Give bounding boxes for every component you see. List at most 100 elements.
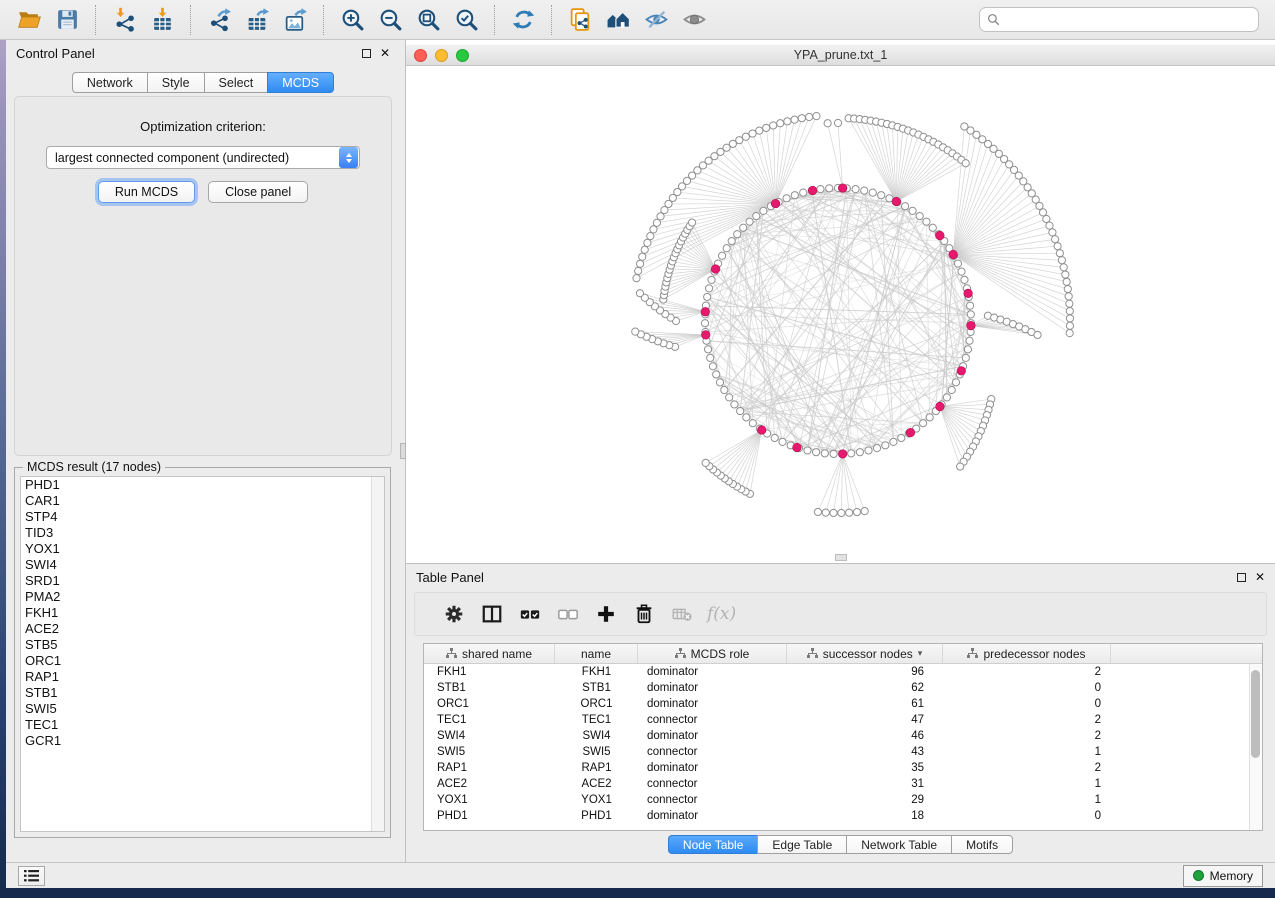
table-cell: 46 <box>787 730 943 742</box>
search-icon <box>987 13 1000 26</box>
tab-edge-table[interactable]: Edge Table <box>757 835 847 854</box>
split-pane-icon[interactable] <box>473 599 511 629</box>
open-folder-icon[interactable] <box>10 4 48 36</box>
table-cell: 18 <box>787 810 943 822</box>
table-cell: connector <box>638 714 787 726</box>
hide-selected-eye-icon[interactable] <box>637 4 675 36</box>
select-all-icon[interactable] <box>511 599 549 629</box>
zoom-fit-icon[interactable] <box>409 4 447 36</box>
result-list-item[interactable]: STB5 <box>21 637 384 653</box>
column-header-name[interactable]: name <box>555 644 638 663</box>
zoom-in-icon[interactable] <box>333 4 371 36</box>
table-cell: 2 <box>943 730 1111 742</box>
result-list-item[interactable]: ACE2 <box>21 621 384 637</box>
table-cell: ORC1 <box>424 698 555 710</box>
table-cell: dominator <box>638 698 787 710</box>
table-row[interactable]: YOX1YOX1connector291 <box>424 792 1249 808</box>
save-icon[interactable] <box>48 4 86 36</box>
search-input[interactable] <box>1005 13 1251 27</box>
close-panel-button[interactable]: Close panel <box>208 181 308 203</box>
result-list-item[interactable]: PMA2 <box>21 589 384 605</box>
function-builder-icon[interactable]: f(x) <box>707 604 736 624</box>
export-network-icon[interactable] <box>200 4 238 36</box>
home-icon[interactable] <box>599 4 637 36</box>
column-header-mcds-role[interactable]: MCDS role <box>638 644 787 663</box>
table-scrollbar[interactable] <box>1249 664 1262 830</box>
result-list-item[interactable]: CAR1 <box>21 493 384 509</box>
tab-motifs[interactable]: Motifs <box>951 835 1013 854</box>
result-list-item[interactable]: RAP1 <box>21 669 384 685</box>
table-cell: TEC1 <box>555 714 638 726</box>
result-list-item[interactable]: STP4 <box>21 509 384 525</box>
status-bar: Memory <box>6 862 1275 888</box>
table-cell: SWI5 <box>555 746 638 758</box>
result-list-scrollbar[interactable] <box>371 477 384 831</box>
memory-button[interactable]: Memory <box>1183 865 1263 887</box>
table-row[interactable]: RAP1RAP1dominator352 <box>424 760 1249 776</box>
result-list-item[interactable]: SRD1 <box>21 573 384 589</box>
table-row[interactable]: ORC1ORC1dominator610 <box>424 696 1249 712</box>
import-network-icon[interactable] <box>105 4 143 36</box>
result-list-item[interactable]: YOX1 <box>21 541 384 557</box>
export-table-icon[interactable] <box>238 4 276 36</box>
task-history-button[interactable] <box>18 866 45 886</box>
table-row[interactable]: PHD1PHD1dominator180 <box>424 808 1249 824</box>
table-row[interactable]: ACE2ACE2connector311 <box>424 776 1249 792</box>
refresh-icon[interactable] <box>504 4 542 36</box>
show-all-eye-icon[interactable] <box>675 4 713 36</box>
result-list-item[interactable]: TID3 <box>21 525 384 541</box>
column-type-icon <box>675 648 686 659</box>
mcds-result-list: PHD1CAR1STP4TID3YOX1SWI4SRD1PMA2FKH1ACE2… <box>20 476 385 832</box>
column-header-predecessor-nodes[interactable]: predecessor nodes <box>943 644 1111 663</box>
import-table-icon[interactable] <box>143 4 181 36</box>
tab-mcds[interactable]: MCDS <box>267 72 334 93</box>
add-column-icon[interactable] <box>587 599 625 629</box>
table-cell: dominator <box>638 762 787 774</box>
control-panel-tabs: Network Style Select MCDS <box>6 72 400 93</box>
result-list-item[interactable]: TEC1 <box>21 717 384 733</box>
float-panel-icon[interactable] <box>1237 573 1246 582</box>
zoom-out-icon[interactable] <box>371 4 409 36</box>
result-list-item[interactable]: GCR1 <box>21 733 384 749</box>
table-row[interactable]: FKH1FKH1dominator962 <box>424 664 1249 680</box>
float-panel-icon[interactable] <box>362 49 371 58</box>
network-canvas[interactable] <box>406 67 1275 563</box>
settings-gear-icon[interactable] <box>435 599 473 629</box>
table-row[interactable]: SWI4SWI4dominator462 <box>424 728 1249 744</box>
close-panel-icon[interactable]: ✕ <box>1255 573 1265 582</box>
clear-table-icon[interactable] <box>663 599 701 629</box>
result-list-item[interactable]: SWI5 <box>21 701 384 717</box>
toolbar-separator <box>494 5 495 35</box>
tab-select[interactable]: Select <box>204 72 269 93</box>
result-list-item[interactable]: ORC1 <box>21 653 384 669</box>
result-list-item[interactable]: STB1 <box>21 685 384 701</box>
table-cell: RAP1 <box>555 762 638 774</box>
table-cell: 31 <box>787 778 943 790</box>
table-cell: 29 <box>787 794 943 806</box>
result-list-item[interactable]: FKH1 <box>21 605 384 621</box>
tab-network[interactable]: Network <box>72 72 148 93</box>
tab-style[interactable]: Style <box>147 72 205 93</box>
close-panel-icon[interactable]: ✕ <box>380 49 390 58</box>
table-row[interactable]: TEC1TEC1connector472 <box>424 712 1249 728</box>
table-panel-title: Table Panel <box>416 570 484 585</box>
deselect-all-icon[interactable] <box>549 599 587 629</box>
canvas-resize-grip[interactable] <box>835 554 847 561</box>
table-scrollbar-thumb[interactable] <box>1251 670 1260 758</box>
tab-network-table[interactable]: Network Table <box>846 835 952 854</box>
criterion-select[interactable]: largest connected component (undirected) <box>46 146 360 169</box>
table-cell: 96 <box>787 666 943 678</box>
zoom-selected-icon[interactable] <box>447 4 485 36</box>
tab-node-table[interactable]: Node Table <box>668 835 759 854</box>
result-list-item[interactable]: PHD1 <box>21 477 384 493</box>
result-list-item[interactable]: SWI4 <box>21 557 384 573</box>
delete-column-trash-icon[interactable] <box>625 599 663 629</box>
table-row[interactable]: SWI5SWI5connector431 <box>424 744 1249 760</box>
table-row[interactable]: STB1STB1dominator620 <box>424 680 1249 696</box>
export-image-icon[interactable] <box>276 4 314 36</box>
clone-network-icon[interactable] <box>561 4 599 36</box>
column-header-successor-nodes[interactable]: successor nodes ▾ <box>787 644 943 663</box>
column-header-shared-name[interactable]: shared name <box>424 644 555 663</box>
run-mcds-button[interactable]: Run MCDS <box>98 181 195 203</box>
table-cell: 1 <box>943 778 1111 790</box>
